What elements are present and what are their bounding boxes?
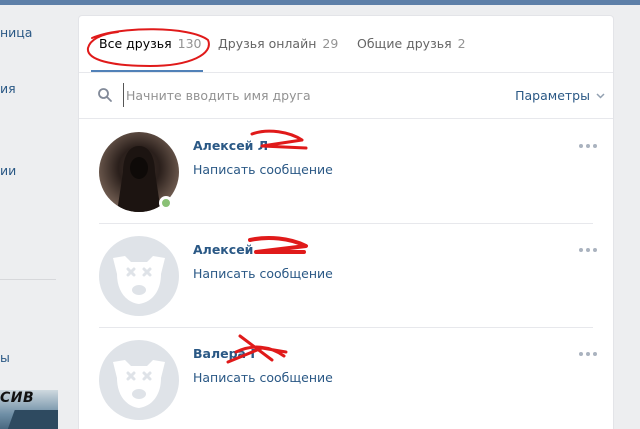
write-message-link[interactable]: Написать сообщение — [193, 370, 333, 385]
tab-mutual-friends[interactable]: Общие друзья 2 — [357, 36, 466, 51]
more-options-icon[interactable] — [577, 246, 599, 254]
sidebar-promo-image[interactable]: СИВ — [0, 390, 58, 429]
sidebar-item-2[interactable]: ия — [0, 81, 16, 96]
friends-tabs: Все друзья 130 Друзья онлайн 29 Общие друз… — [79, 16, 613, 73]
friend-name[interactable]: Алексей — [193, 242, 253, 257]
active-tab-underline — [91, 70, 203, 72]
default-dog-avatar-icon — [113, 256, 165, 304]
friend-name[interactable]: Алексей Л — [193, 138, 268, 153]
top-bar — [0, 0, 640, 5]
tab-all-friends[interactable]: Все друзья 130 — [99, 36, 201, 51]
tab-label: Общие друзья — [357, 36, 452, 51]
tab-count: 29 — [322, 36, 339, 51]
promo-graphic — [5, 410, 58, 429]
tab-label: Все друзья — [99, 36, 172, 51]
chevron-down-icon — [596, 92, 605, 99]
sidebar-item-1[interactable]: ница — [0, 25, 32, 40]
avatar[interactable] — [99, 236, 179, 316]
promo-text: СИВ — [0, 390, 35, 406]
avatar[interactable] — [99, 340, 179, 420]
friends-card: Все друзья 130 Друзья онлайн 29 Общие друз… — [79, 16, 613, 429]
sidebar-item-3[interactable]: ии — [0, 163, 16, 178]
more-options-icon[interactable] — [577, 350, 599, 358]
tab-count: 130 — [177, 36, 202, 51]
write-message-link[interactable]: Написать сообщение — [193, 266, 333, 281]
default-dog-avatar-icon — [113, 360, 165, 408]
more-options-icon[interactable] — [577, 142, 599, 150]
sidebar-divider — [0, 279, 56, 280]
left-sidebar: ница ия ии ы СИВ — [0, 5, 66, 429]
friend-row: Валера Г Написать сообщение — [79, 328, 613, 429]
friend-search-input[interactable] — [123, 83, 443, 107]
tab-friends-online[interactable]: Друзья онлайн 29 — [218, 36, 338, 51]
sidebar-item-4[interactable]: ы — [0, 350, 10, 365]
parameters-label: Параметры — [515, 88, 590, 103]
friend-name[interactable]: Валера Г — [193, 346, 258, 361]
tab-label: Друзья онлайн — [218, 36, 317, 51]
search-icon — [98, 88, 112, 102]
online-indicator — [159, 196, 173, 210]
write-message-link[interactable]: Написать сообщение — [193, 162, 333, 177]
parameters-dropdown[interactable]: Параметры — [515, 88, 605, 103]
tab-count: 2 — [457, 36, 466, 51]
friend-row: Алексей Написать сообщение — [79, 224, 613, 328]
friend-row: Алексей Л Написать сообщение — [79, 120, 613, 224]
search-row: Параметры — [79, 73, 613, 119]
